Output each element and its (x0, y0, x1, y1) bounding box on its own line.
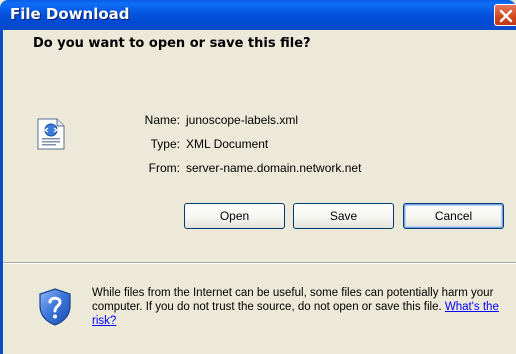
cancel-button[interactable]: Cancel (403, 203, 504, 229)
xml-document-icon (37, 118, 65, 150)
from-label: From: (148, 161, 180, 175)
title-bar[interactable]: File Download (0, 0, 516, 30)
type-label: Type: (150, 137, 180, 151)
save-button[interactable]: Save (293, 203, 394, 229)
file-source-value: server-name.domain.network.net (186, 161, 362, 175)
close-button[interactable] (494, 4, 516, 26)
close-icon (499, 9, 513, 23)
security-warning: While files from the Internet can be use… (92, 286, 510, 328)
shield-question-icon (39, 288, 71, 326)
file-name-value: junoscope-labels.xml (186, 113, 299, 127)
divider-highlight (3, 263, 516, 264)
file-type-value: XML Document (186, 137, 269, 151)
open-button[interactable]: Open (184, 203, 285, 229)
window-title: File Download (10, 5, 130, 23)
question-heading: Do you want to open or save this file? (33, 36, 311, 51)
name-label: Name: (144, 113, 180, 127)
warning-text: While files from the Internet can be use… (92, 287, 494, 313)
